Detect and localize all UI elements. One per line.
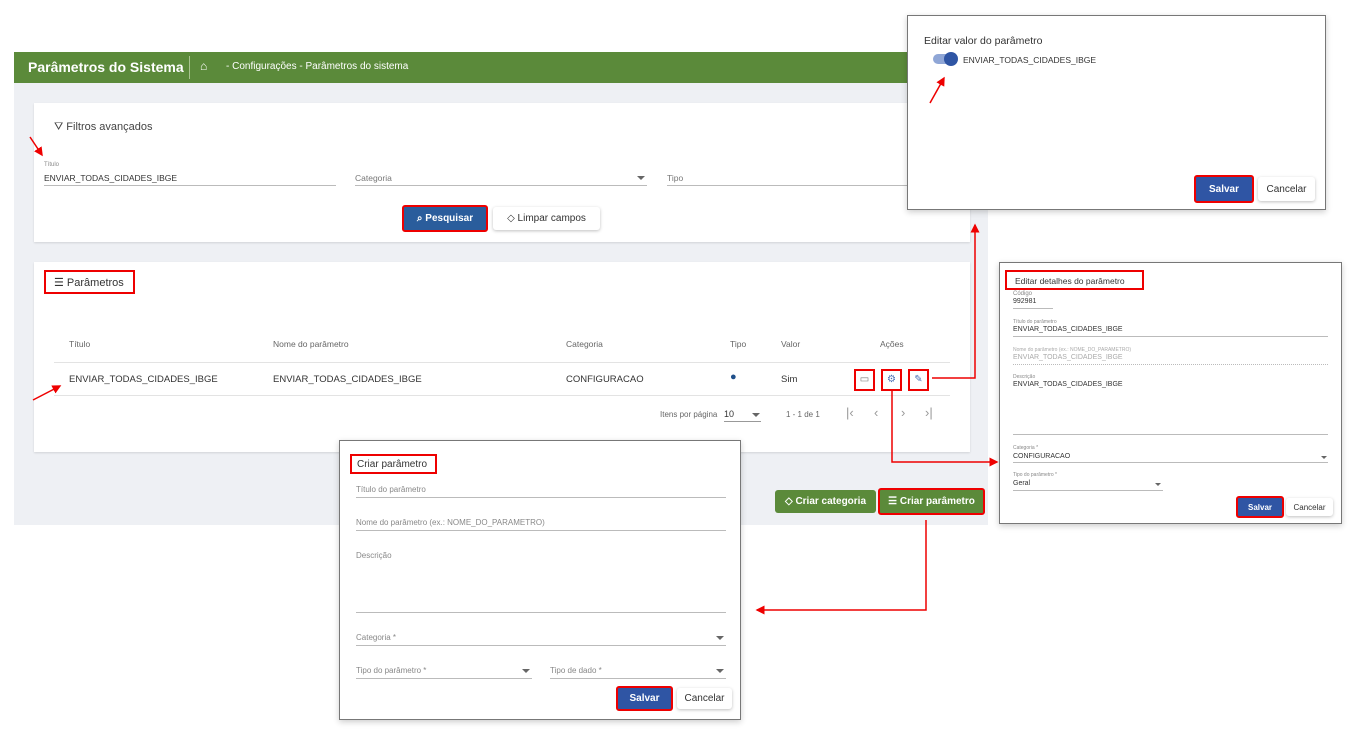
- arrow: [932, 223, 980, 379]
- arrow: [929, 76, 945, 104]
- arrow: [755, 520, 927, 615]
- arrow: [891, 390, 999, 467]
- annotation-arrows: [29, 76, 999, 615]
- arrow: [29, 136, 43, 157]
- arrow: [32, 385, 62, 401]
